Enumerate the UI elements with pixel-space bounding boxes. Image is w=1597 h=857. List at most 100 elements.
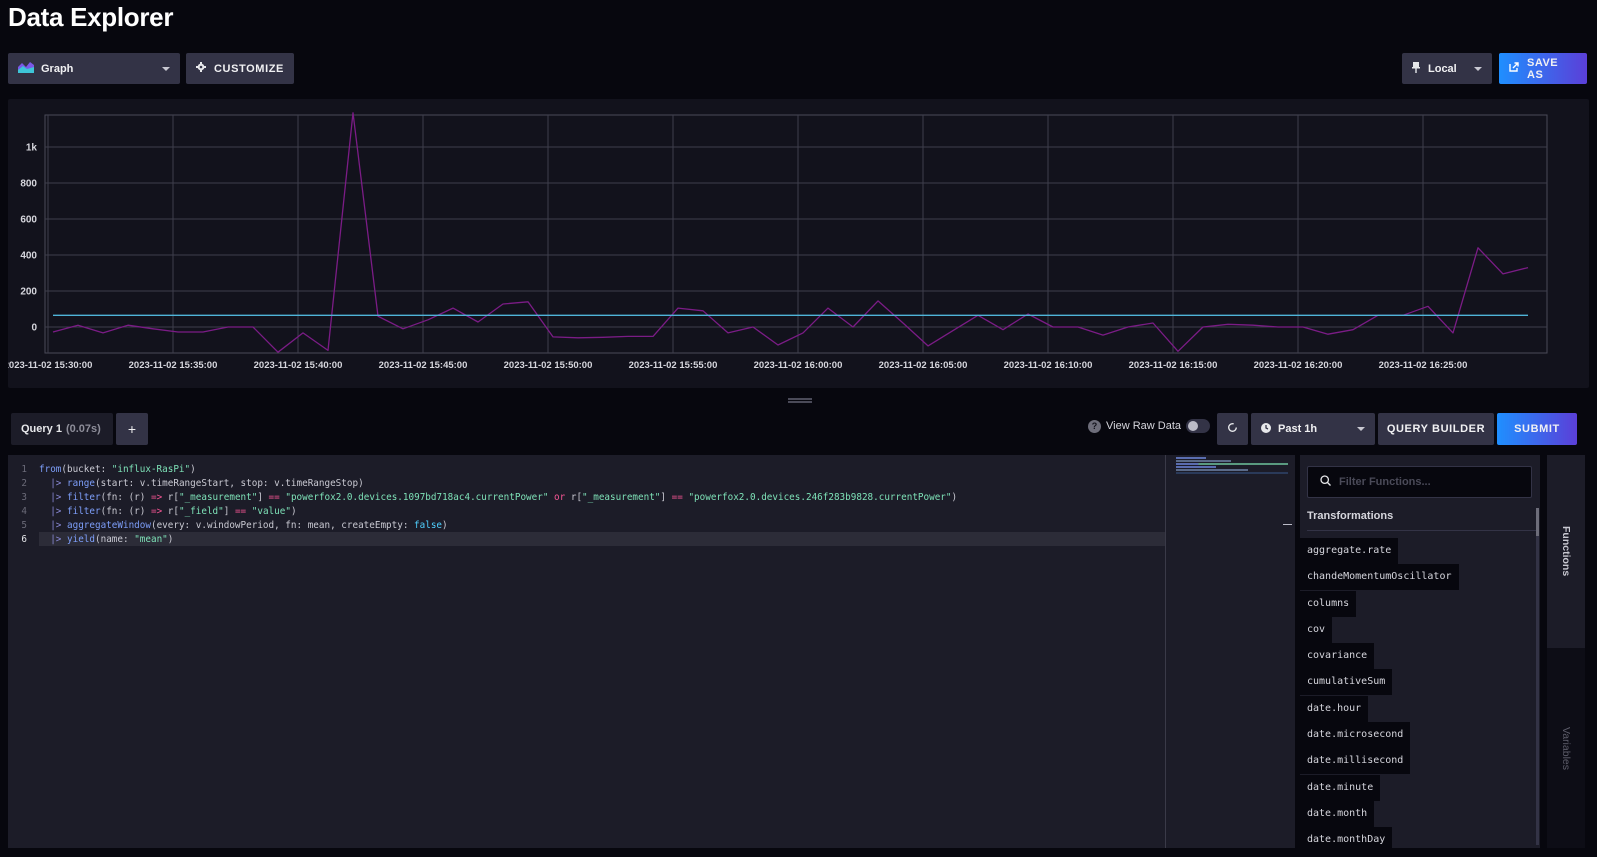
filter-functions-input[interactable] (1339, 476, 1519, 488)
save-as-label: SAVE AS (1527, 56, 1559, 81)
minimap-line (1176, 472, 1288, 474)
code-text: |> aggregateWindow(every: v.windowPeriod… (39, 519, 448, 531)
chevron-down-icon (1474, 66, 1482, 71)
line-number: 1 (21, 463, 27, 475)
search-icon (1320, 473, 1331, 491)
customize-button[interactable]: CUSTOMIZE (186, 53, 294, 84)
y-tick-label: 800 (20, 179, 37, 190)
tab-functions[interactable]: Functions (1547, 455, 1585, 648)
line-number: 5 (21, 519, 27, 531)
function-item[interactable]: chandeMomentumOscillator (1300, 564, 1459, 591)
filter-functions-field[interactable] (1307, 466, 1532, 498)
function-item[interactable]: date.month (1300, 800, 1375, 827)
save-as-button[interactable]: SAVE AS (1499, 53, 1587, 84)
function-item[interactable]: date.minute (1300, 774, 1381, 801)
y-tick-label: 400 (20, 251, 37, 262)
x-tick-label: 2023-11-02 16:25:00 (1379, 360, 1468, 371)
x-tick-label: 2023-11-02 16:00:00 (754, 360, 843, 371)
view-raw-data-toggle[interactable] (1186, 419, 1210, 433)
refresh-icon (1227, 422, 1238, 436)
code-line-5[interactable]: 5 |> aggregateWindow(every: v.windowPeri… (8, 518, 1173, 532)
code-line-1[interactable]: 1 from(bucket: "influx-RasPi") (8, 462, 1173, 476)
x-tick-label: 2023-11-02 16:20:00 (1254, 360, 1343, 371)
timezone-label: Local (1428, 62, 1457, 75)
function-item[interactable]: cov (1300, 616, 1333, 643)
x-tick-label: 2023-11-02 15:50:00 (504, 360, 593, 371)
code-text: |> filter(fn: (r) => r["_measurement"] =… (39, 491, 958, 503)
tab-functions-label: Functions (1560, 526, 1572, 577)
minimap-line (1176, 457, 1206, 459)
submit-button[interactable]: SUBMIT (1497, 413, 1577, 445)
time-range-label: Past 1h (1278, 423, 1318, 435)
graph-icon (18, 61, 34, 76)
function-item[interactable]: aggregate.rate (1300, 538, 1399, 564)
function-item[interactable]: date.microsecond (1300, 722, 1411, 749)
functions-scrollbar-thumb[interactable] (1536, 508, 1539, 536)
clock-icon (1261, 422, 1271, 436)
query-tab-name: Query 1 (21, 423, 62, 435)
y-tick-label: 1k (26, 143, 38, 154)
code-text: |> filter(fn: (r) => r["_field"] == "val… (39, 505, 297, 517)
code-text: from(bucket: "influx-RasPi") (39, 463, 196, 475)
line-chart[interactable]: 0 200 400 600 800 1k 2023-11-02 15:30:00 2023-1… (8, 99, 1589, 388)
x-tick-label: 2023-11-02 15:30:00 (8, 360, 92, 371)
chevron-down-icon (1357, 427, 1365, 431)
x-tick-label: 2023-11-02 16:05:00 (879, 360, 968, 371)
code-line-2[interactable]: 2 |> range(start: v.timeRangeStart, stop… (8, 476, 1173, 490)
function-item[interactable]: cumulativeSum (1300, 669, 1393, 696)
y-tick-label: 600 (20, 215, 37, 226)
graph-type-dropdown[interactable]: Graph (8, 53, 180, 84)
function-item[interactable]: columns (1300, 590, 1357, 617)
tab-variables[interactable]: Variables (1547, 648, 1585, 848)
tab-variables-label: Variables (1560, 726, 1572, 770)
x-tick-label: 2023-11-02 16:10:00 (1004, 360, 1093, 371)
code-text: |> range(start: v.timeRangeStart, stop: … (39, 477, 364, 489)
panel-resize-handle[interactable] (788, 398, 812, 403)
help-icon[interactable]: ? (1088, 419, 1101, 433)
code-line-4[interactable]: 4 |> filter(fn: (r) => r["_field"] == "v… (8, 504, 1173, 518)
refresh-button[interactable] (1217, 413, 1248, 445)
function-item[interactable]: covariance (1300, 643, 1375, 670)
minimap-line (1176, 466, 1216, 468)
function-item[interactable]: date.millisecond (1300, 748, 1411, 775)
functions-scrollbar-track[interactable] (1536, 520, 1539, 845)
line-number: 6 (21, 533, 27, 545)
graph-panel: 0 200 400 600 800 1k 2023-11-02 15:30:00 2023-1… (8, 99, 1589, 388)
series-line-1 (52, 112, 1529, 353)
pin-icon (1412, 61, 1420, 76)
plot-frame (44, 114, 1548, 354)
time-range-dropdown[interactable]: Past 1h (1251, 413, 1375, 445)
query-tab-time: (0.07s) (65, 423, 101, 435)
function-item[interactable]: date.monthDay (1300, 827, 1393, 848)
x-tick-label: 2023-11-02 15:40:00 (254, 360, 343, 371)
timezone-dropdown[interactable]: Local (1402, 53, 1492, 84)
functions-panel: Transformations aggregate.rate chandeMom… (1300, 455, 1540, 848)
view-raw-data-label: View Raw Data (1106, 420, 1181, 432)
function-item[interactable]: date.hour (1300, 695, 1369, 722)
x-tick-label: 2023-11-02 15:35:00 (129, 360, 218, 371)
query-tab[interactable]: Query 1 (0.07s) (11, 413, 113, 445)
flux-code-editor[interactable]: 1 from(bucket: "influx-RasPi") 2 |> rang… (8, 455, 1173, 848)
add-query-button[interactable]: + (116, 413, 148, 445)
code-line-3[interactable]: 3 |> filter(fn: (r) => r["_measurement"]… (8, 490, 1173, 504)
code-line-6[interactable]: 6 |> yield(name: "mean") (21, 532, 1173, 546)
transformations-section-title: Transformations (1307, 510, 1537, 531)
minimap-line (1176, 463, 1288, 465)
code-text: |> yield(name: "mean") (39, 533, 174, 545)
page-title: Data Explorer (8, 2, 174, 32)
minimap-line (1176, 460, 1231, 462)
functions-list: aggregate.rate chandeMomentumOscillator … (1300, 538, 1530, 848)
export-icon (1509, 62, 1519, 75)
customize-label: CUSTOMIZE (214, 62, 284, 75)
query-builder-button[interactable]: QUERY BUILDER (1378, 413, 1494, 445)
line-number: 3 (21, 491, 27, 503)
line-number: 4 (21, 505, 27, 517)
editor-minimap[interactable] (1165, 455, 1295, 848)
y-tick-label: 200 (20, 287, 37, 298)
line-number: 2 (21, 477, 27, 489)
x-tick-label: 2023-11-02 15:45:00 (379, 360, 468, 371)
gear-icon (196, 62, 206, 75)
editor-scroll-marker (1283, 524, 1292, 525)
chevron-down-icon (162, 66, 170, 71)
minimap-line (1176, 469, 1248, 471)
